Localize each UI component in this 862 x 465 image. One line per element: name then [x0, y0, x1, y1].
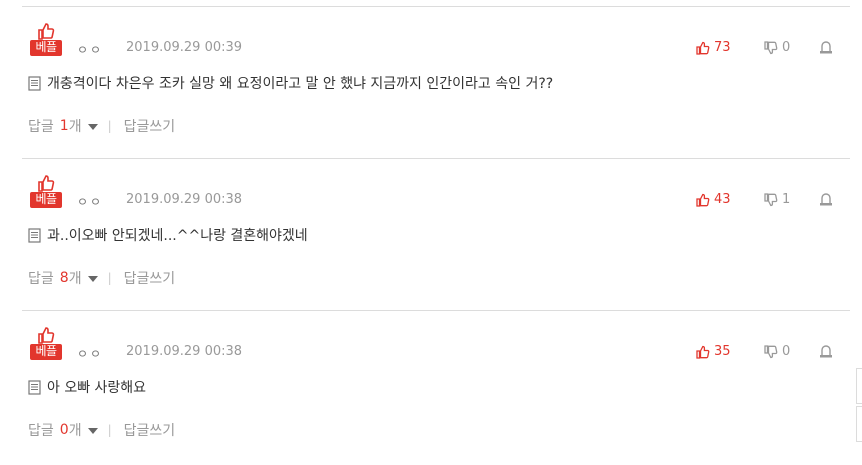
reply-unit: 개 [68, 119, 82, 135]
caret-down-icon [87, 124, 98, 130]
dislike-count: 1 [782, 192, 791, 207]
dislike-button[interactable]: 0 [764, 40, 790, 55]
best-label: 베플 [30, 344, 62, 360]
dislike-count: 0 [782, 344, 791, 359]
comment-body: 과..이오빠 안되겠네...^^나랑 결혼해야겠네 [28, 225, 308, 245]
thumbs-up-icon [38, 327, 55, 344]
comment-date: 2019.09.29 00:38 [126, 344, 243, 359]
dislike-button[interactable]: 1 [764, 192, 790, 207]
reply-label: 답글 [28, 423, 54, 439]
write-reply-link[interactable]: 답글쓰기 [124, 420, 176, 440]
comment-date: 2019.09.29 00:39 [126, 40, 243, 55]
like-button[interactable]: 35 [696, 344, 731, 359]
divider: | [107, 423, 112, 437]
report-icon[interactable] [819, 193, 833, 206]
side-widget[interactable] [856, 368, 862, 404]
comment-item: 베플 ㅇㅇ 2019.09.29 00:38 43 1 과..이오빠 안되겠네.… [22, 159, 850, 311]
report-icon[interactable] [819, 345, 833, 358]
thumbs-up-icon [696, 193, 710, 207]
like-button[interactable]: 73 [696, 40, 731, 55]
reply-toggle[interactable]: 답글 1 개 [28, 116, 98, 136]
reply-bar: 답글 0 개 | 답글쓰기 [28, 420, 175, 440]
comment-text: 아 오빠 사랑해요 [47, 380, 147, 396]
comment-body: 개충격이다 차은우 조카 실망 왜 요정이라고 말 안 했냐 지금까지 인간이라… [28, 73, 553, 93]
dislike-button[interactable]: 0 [764, 344, 790, 359]
reply-count: 0 [59, 422, 69, 438]
like-count: 35 [714, 344, 731, 359]
dislike-count: 0 [782, 40, 791, 55]
reply-label: 답글 [28, 271, 54, 287]
best-comment-badge: 베플 [30, 174, 62, 208]
comment-text: 과..이오빠 안되겠네...^^나랑 결혼해야겠네 [47, 228, 308, 244]
reply-toggle[interactable]: 답글 0 개 [28, 420, 98, 440]
side-widget[interactable] [856, 406, 862, 442]
thumbs-up-icon [38, 23, 55, 40]
reply-unit: 개 [68, 423, 82, 439]
report-icon[interactable] [819, 41, 833, 54]
best-label: 베플 [30, 40, 62, 56]
divider: | [107, 119, 112, 133]
reply-unit: 개 [68, 271, 82, 287]
best-comment-badge: 베플 [30, 326, 62, 360]
reply-toggle[interactable]: 답글 8 개 [28, 268, 98, 288]
comment-list: 베플 ㅇㅇ 2019.09.29 00:39 73 0 개충격이다 차은우 조카… [22, 6, 850, 462]
thumbs-up-icon [696, 41, 710, 55]
reply-label: 답글 [28, 119, 54, 135]
caret-down-icon [87, 428, 98, 434]
memo-icon [28, 75, 41, 91]
write-reply-link[interactable]: 답글쓰기 [124, 116, 176, 136]
like-button[interactable]: 43 [696, 192, 731, 207]
thumbs-up-icon [696, 345, 710, 359]
memo-icon [28, 379, 41, 395]
reply-count: 1 [59, 118, 69, 134]
comment-date: 2019.09.29 00:38 [126, 192, 243, 207]
best-label: 베플 [30, 192, 62, 208]
comment-author[interactable]: ㅇㅇ [77, 41, 103, 58]
best-comment-badge: 베플 [30, 22, 62, 56]
thumbs-up-icon [38, 175, 55, 192]
thumbs-down-icon [764, 192, 778, 206]
memo-icon [28, 227, 41, 243]
reply-count: 8 [59, 270, 69, 286]
like-count: 73 [714, 40, 731, 55]
comment-text: 개충격이다 차은우 조카 실망 왜 요정이라고 말 안 했냐 지금까지 인간이라… [47, 76, 554, 92]
reply-bar: 답글 8 개 | 답글쓰기 [28, 268, 175, 288]
caret-down-icon [87, 276, 98, 282]
reply-bar: 답글 1 개 | 답글쓰기 [28, 116, 175, 136]
comment-item: 베플 ㅇㅇ 2019.09.29 00:38 35 0 아 오빠 사랑해요 답글… [22, 311, 850, 462]
comment-item: 베플 ㅇㅇ 2019.09.29 00:39 73 0 개충격이다 차은우 조카… [22, 7, 850, 159]
divider: | [107, 271, 112, 285]
thumbs-down-icon [764, 40, 778, 54]
thumbs-down-icon [764, 344, 778, 358]
comment-body: 아 오빠 사랑해요 [28, 377, 146, 397]
comment-author[interactable]: ㅇㅇ [77, 193, 103, 210]
like-count: 43 [714, 192, 731, 207]
comment-author[interactable]: ㅇㅇ [77, 345, 103, 362]
write-reply-link[interactable]: 답글쓰기 [124, 268, 176, 288]
